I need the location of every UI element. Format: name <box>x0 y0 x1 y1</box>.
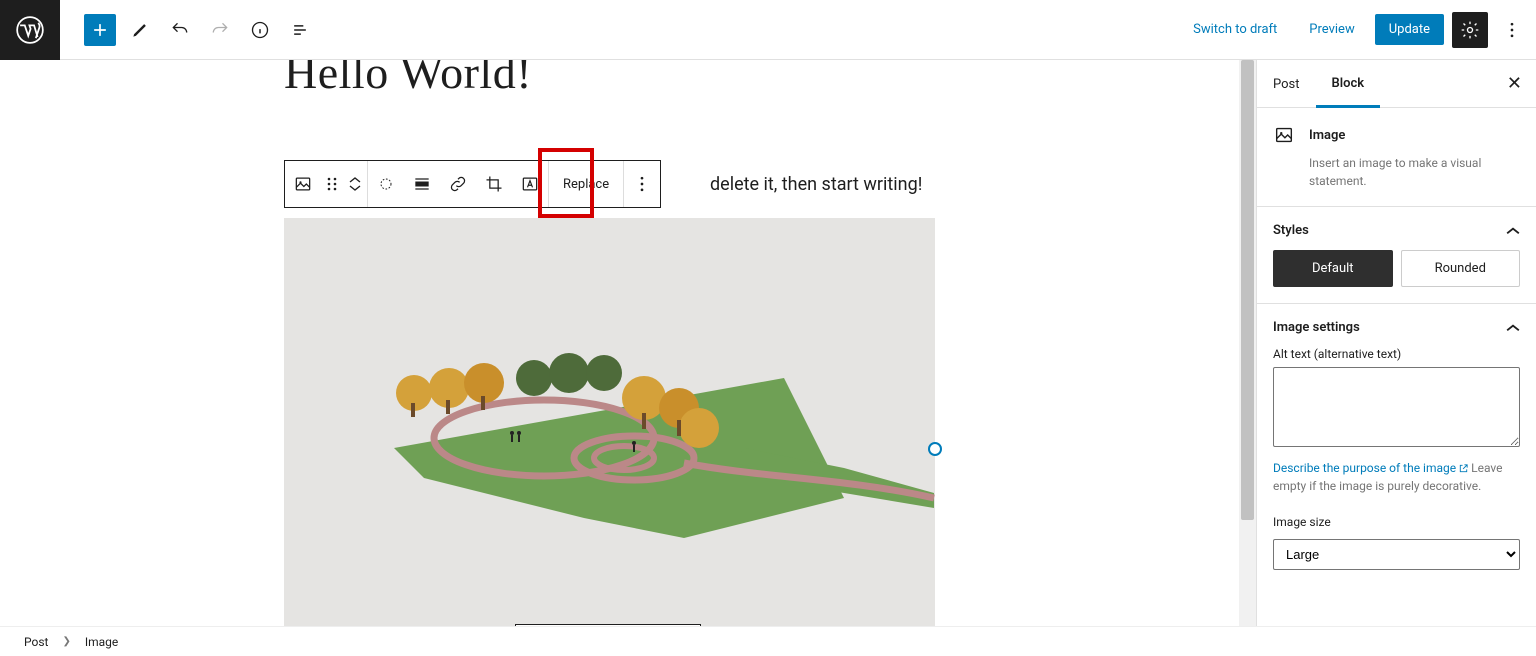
image-size-select[interactable]: Large <box>1273 539 1520 570</box>
canvas-wrap: Hello World! delete it, then start writi… <box>0 60 1256 626</box>
post-title[interactable]: Hello World! <box>284 60 532 99</box>
workspace: Hello World! delete it, then start writi… <box>0 60 1536 626</box>
text-over-image-icon <box>520 174 540 194</box>
list-view-icon <box>290 20 310 40</box>
block-breadcrumb: Post ❯ Image <box>0 626 1536 656</box>
more-options-button[interactable] <box>1496 14 1528 46</box>
width-button[interactable] <box>404 161 440 207</box>
top-right-actions: Switch to draft Preview Update <box>1181 12 1536 48</box>
crop-button[interactable] <box>476 161 512 207</box>
editor-canvas[interactable]: Hello World! delete it, then start writi… <box>0 60 1256 626</box>
chevron-down-icon <box>349 184 361 192</box>
external-link-icon <box>1458 463 1469 474</box>
crop-icon <box>484 174 504 194</box>
image-content-park-render <box>284 218 935 626</box>
tab-post[interactable]: Post <box>1257 61 1316 106</box>
breadcrumb-current: Image <box>85 635 118 649</box>
block-toolbar: Replace <box>284 160 661 208</box>
replace-button[interactable]: Replace <box>549 177 623 192</box>
undo-button[interactable] <box>164 14 196 46</box>
close-icon: ✕ <box>1507 73 1522 94</box>
sidebar-tabs: Post Block ✕ <box>1257 60 1536 108</box>
block-more-button[interactable] <box>624 161 660 207</box>
move-arrows[interactable] <box>343 176 367 192</box>
settings-sidebar: Post Block ✕ Image Insert an image to ma… <box>1256 60 1536 626</box>
gear-icon <box>1460 20 1480 40</box>
block-type-image-button[interactable] <box>285 161 321 207</box>
plus-icon <box>90 20 110 40</box>
settings-button[interactable] <box>1452 12 1488 48</box>
styles-heading: Styles <box>1273 223 1309 238</box>
pencil-icon <box>130 20 150 40</box>
drag-icon <box>325 174 339 194</box>
undo-icon <box>170 20 190 40</box>
align-icon <box>376 174 396 194</box>
image-icon <box>293 174 313 194</box>
editor-scrollbar[interactable] <box>1239 60 1256 626</box>
image-size-label: Image size <box>1273 515 1520 529</box>
text-overlay-button[interactable] <box>512 161 548 207</box>
block-card: Image Insert an image to make a visual s… <box>1257 108 1536 207</box>
chevron-right-icon: ❯ <box>62 636 70 647</box>
preview-button[interactable]: Preview <box>1297 14 1366 45</box>
alt-text-label: Alt text (alternative text) <box>1273 347 1520 361</box>
image-settings-panel: Image settings Alt text (alternative tex… <box>1257 304 1536 586</box>
resize-handle-right[interactable] <box>928 442 942 456</box>
chevron-up-icon[interactable] <box>1506 321 1520 335</box>
list-view-button[interactable] <box>284 14 316 46</box>
info-icon <box>250 20 270 40</box>
redo-icon <box>210 20 230 40</box>
redo-button[interactable] <box>204 14 236 46</box>
breadcrumb-root[interactable]: Post <box>24 635 48 649</box>
image-settings-heading: Image settings <box>1273 320 1360 335</box>
editor-top-bar: Switch to draft Preview Update <box>0 0 1536 60</box>
top-left-tools <box>60 14 316 46</box>
alt-help-text: Describe the purpose of the imageLeave e… <box>1273 459 1520 495</box>
close-sidebar-button[interactable]: ✕ <box>1493 73 1536 94</box>
wordpress-logo[interactable] <box>0 0 60 60</box>
align-button[interactable] <box>368 161 404 207</box>
switch-to-draft-button[interactable]: Switch to draft <box>1181 14 1289 45</box>
chevron-up-icon[interactable] <box>1506 224 1520 238</box>
block-inserter-button[interactable] <box>84 14 116 46</box>
kebab-icon <box>632 174 652 194</box>
styles-panel: Styles Default Rounded <box>1257 207 1536 304</box>
link-icon <box>448 174 468 194</box>
scrollbar-thumb[interactable] <box>1241 60 1254 520</box>
block-name: Image <box>1309 128 1345 143</box>
chevron-up-icon <box>349 176 361 184</box>
paragraph-fragment: delete it, then start writing! <box>710 174 922 195</box>
style-default-button[interactable]: Default <box>1273 250 1393 287</box>
wordpress-icon <box>16 16 44 44</box>
block-description: Insert an image to make a visual stateme… <box>1309 154 1520 190</box>
tab-block[interactable]: Block <box>1316 60 1381 108</box>
update-button[interactable]: Update <box>1375 14 1444 45</box>
tools-button[interactable] <box>124 14 156 46</box>
kebab-icon <box>1502 20 1522 40</box>
alt-help-link[interactable]: Describe the purpose of the image <box>1273 461 1456 475</box>
align-full-icon <box>412 174 432 194</box>
image-icon <box>1273 124 1295 146</box>
details-button[interactable] <box>244 14 276 46</box>
image-block[interactable] <box>284 218 935 626</box>
link-button[interactable] <box>440 161 476 207</box>
alt-text-field[interactable] <box>1273 367 1520 447</box>
drag-handle[interactable] <box>321 161 343 207</box>
style-rounded-button[interactable]: Rounded <box>1401 250 1521 287</box>
